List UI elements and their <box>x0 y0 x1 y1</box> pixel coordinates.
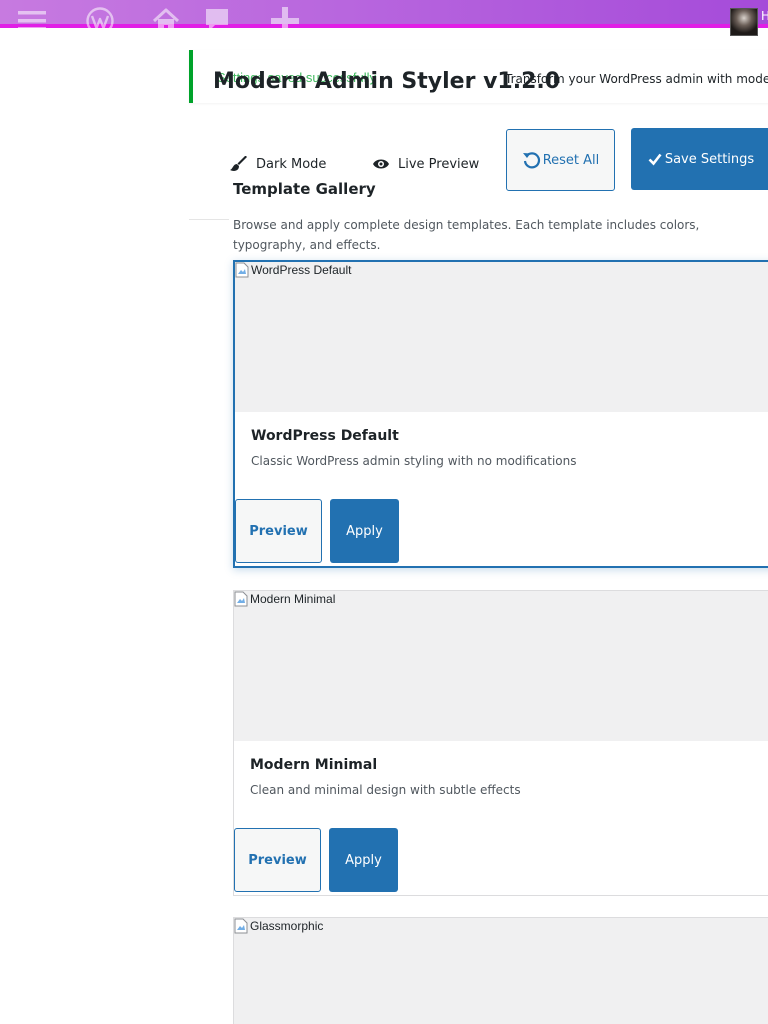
eye-icon <box>373 159 389 169</box>
preview-button[interactable]: Preview <box>234 828 321 892</box>
template-thumbnail-alt-text: Modern Minimal <box>250 592 336 606</box>
page-subtitle: Transform your WordPress admin with mode… <box>505 72 768 86</box>
template-thumbnail-alt: WordPress Default <box>235 262 351 278</box>
live-preview-label: Live Preview <box>398 156 480 172</box>
template-thumbnail <box>234 591 768 741</box>
template-thumbnail <box>235 262 768 412</box>
reset-all-button[interactable]: Reset All <box>506 129 615 191</box>
template-description: Clean and minimal design with subtle eff… <box>250 783 521 797</box>
save-settings-button[interactable]: Save Settings <box>631 128 768 190</box>
template-card-glassmorphic[interactable]: Glassmorphic <box>233 917 768 1024</box>
template-gallery-description: Browse and apply complete design templat… <box>233 218 700 252</box>
avatar[interactable] <box>730 8 758 36</box>
checkmark-icon <box>648 153 662 166</box>
wordpress-logo-icon[interactable] <box>85 6 115 36</box>
plus-icon[interactable] <box>270 6 300 36</box>
template-thumbnail-alt: Modern Minimal <box>234 591 335 607</box>
preview-button[interactable]: Preview <box>235 499 322 563</box>
broken-image-icon <box>235 262 249 278</box>
divider <box>189 219 229 220</box>
comment-icon[interactable] <box>203 6 233 36</box>
template-gallery-title: Template Gallery <box>233 180 376 198</box>
dark-mode-toggle[interactable]: Dark Mode <box>230 154 326 174</box>
template-card-wordpress-default[interactable]: WordPress Default WordPress Default Clas… <box>233 260 768 568</box>
reset-all-label: Reset All <box>542 152 600 168</box>
home-icon[interactable] <box>151 6 181 36</box>
admin-bar: H <box>0 0 768 36</box>
undo-icon <box>522 152 540 169</box>
template-thumbnail-alt: Glassmorphic <box>234 918 323 934</box>
template-name: Modern Minimal <box>250 757 378 773</box>
template-thumbnail-alt-text: WordPress Default <box>251 263 352 277</box>
broken-image-icon <box>234 591 248 607</box>
template-description: Classic WordPress admin styling with no … <box>251 454 577 468</box>
paint-brush-icon <box>230 156 247 171</box>
template-card-modern-minimal[interactable]: Modern Minimal Modern Minimal Clean and … <box>233 590 768 896</box>
dark-mode-label: Dark Mode <box>256 156 327 172</box>
user-greeting[interactable]: H <box>761 9 768 23</box>
template-name: WordPress Default <box>251 428 399 444</box>
apply-button[interactable]: Apply <box>330 499 399 563</box>
apply-button[interactable]: Apply <box>329 828 398 892</box>
menu-icon[interactable] <box>17 6 47 36</box>
save-settings-label: Save Settings <box>664 151 755 167</box>
template-thumbnail-alt-text: Glassmorphic <box>250 919 324 933</box>
live-preview-toggle[interactable]: Live Preview <box>372 154 479 174</box>
broken-image-icon <box>234 918 248 934</box>
